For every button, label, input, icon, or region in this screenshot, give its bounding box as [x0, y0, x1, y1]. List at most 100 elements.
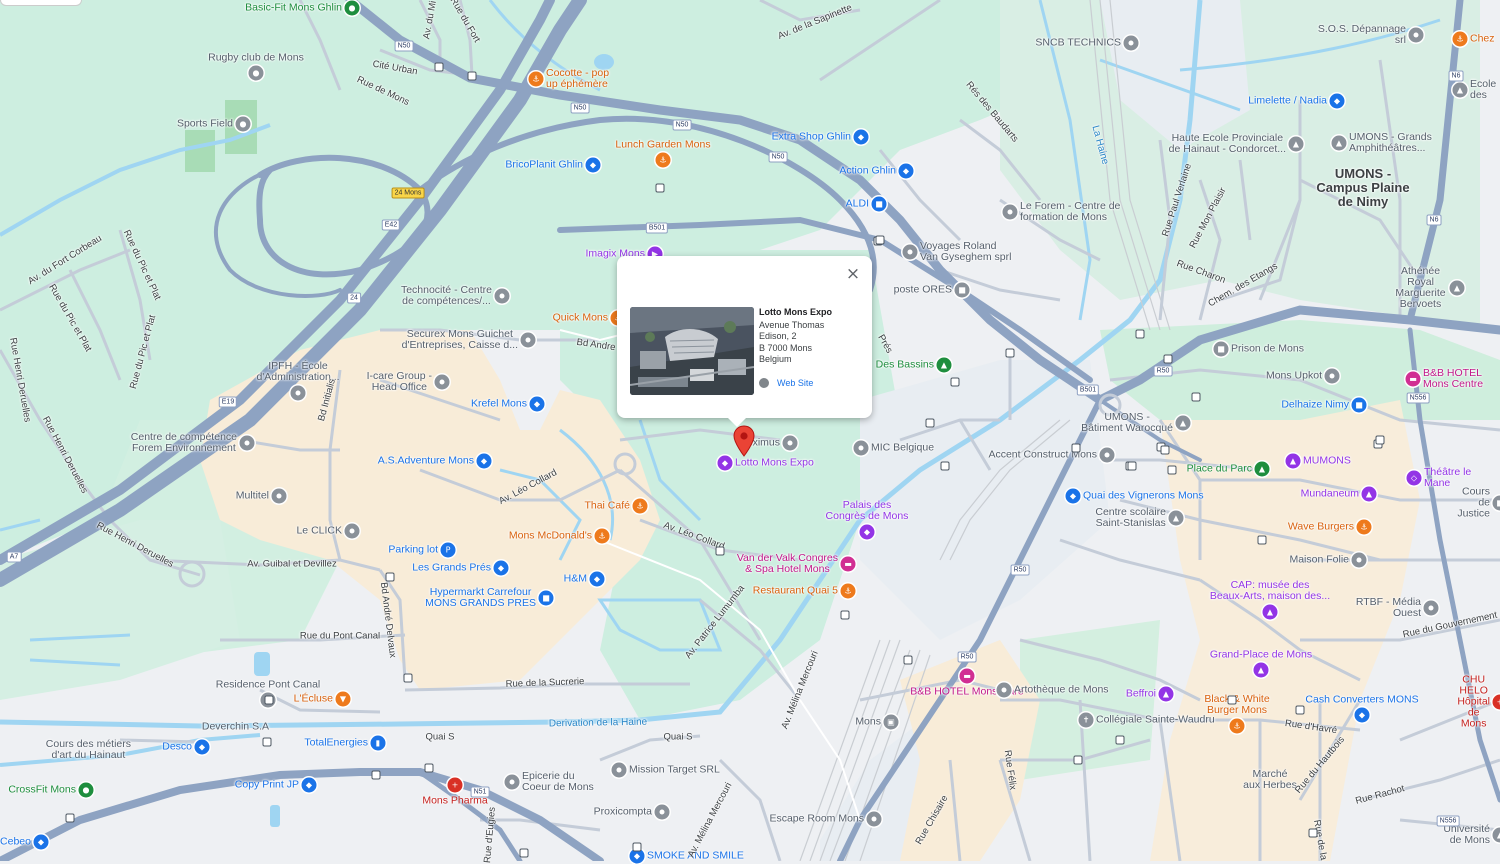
poi-label-limelette[interactable]: Limelette / Nadia: [1248, 96, 1327, 107]
place-info-window[interactable]: × Lotto Mons Expo Avenue Thomas Edison, …: [617, 256, 872, 418]
building-icon[interactable]: ■: [955, 283, 970, 298]
poi-label-rugby[interactable]: Rugby club de Mons: [208, 52, 304, 63]
poi-label-aldi[interactable]: ALDI: [846, 199, 869, 210]
bus-stop-icon[interactable]: [904, 656, 913, 665]
poi-label-sports-field[interactable]: Sports Field: [177, 119, 233, 130]
bus-stop-icon[interactable]: [263, 738, 272, 747]
bus-stop-icon[interactable]: [1006, 349, 1015, 358]
bus-stop-icon[interactable]: [1136, 330, 1145, 339]
poi-label-escape-room[interactable]: Escape Room Mons: [769, 814, 864, 825]
building-icon[interactable]: ■: [1493, 496, 1500, 511]
bus-stop-icon[interactable]: [425, 764, 434, 773]
place-icon[interactable]: [521, 333, 536, 348]
bus-stop-icon[interactable]: [716, 547, 725, 556]
pharmacy-icon[interactable]: +: [448, 778, 463, 793]
poi-label-bb-centre[interactable]: B&B HOTELMons Centre: [1423, 368, 1483, 390]
shopping-icon[interactable]: ◆: [1066, 489, 1081, 504]
poi-label-desco[interactable]: Desco: [162, 742, 192, 753]
restaurant-icon[interactable]: ⚓: [595, 529, 610, 544]
poi-label-collegiale[interactable]: Collégiale Sainte-Waudru: [1096, 715, 1215, 726]
close-icon[interactable]: ×: [844, 265, 862, 283]
gas-station-icon[interactable]: ▮: [371, 736, 386, 751]
poi-label-technocite[interactable]: Technocité - Centrede compétences/...: [401, 285, 492, 307]
school-icon[interactable]: ▲: [1493, 828, 1500, 843]
poi-label-mons-station[interactable]: Mons: [855, 717, 881, 728]
park-icon[interactable]: ▲: [937, 358, 952, 373]
landmark-icon[interactable]: ▲: [1254, 663, 1269, 678]
restaurant-icon[interactable]: ⚓: [1453, 32, 1468, 47]
shopping-icon[interactable]: ◆: [494, 561, 509, 576]
poi-label-wave-burgers[interactable]: Wave Burgers: [1288, 522, 1354, 533]
bus-stop-icon[interactable]: [1192, 393, 1201, 402]
place-icon[interactable]: [1325, 369, 1340, 384]
hospital-icon[interactable]: +: [1493, 695, 1500, 710]
place-icon[interactable]: [1003, 205, 1018, 220]
shopping-icon[interactable]: ◆: [1355, 708, 1370, 723]
bus-stop-icon[interactable]: [1161, 446, 1170, 455]
poi-label-cours-justice[interactable]: Cours de Justice: [1457, 487, 1490, 520]
place-icon[interactable]: [291, 386, 306, 401]
shopping-icon[interactable]: ◆: [854, 130, 869, 145]
shopping-icon[interactable]: ◆: [586, 158, 601, 173]
place-icon[interactable]: [655, 805, 670, 820]
poi-label-voyages-roland[interactable]: Voyages RolandVan Gyseghem sprl: [920, 241, 1011, 263]
poi-label-mumons[interactable]: MUMONS: [1303, 456, 1351, 467]
place-icon[interactable]: [495, 289, 510, 304]
restaurant-icon[interactable]: ⚓: [1230, 719, 1245, 734]
venue-icon[interactable]: ◆: [718, 456, 733, 471]
poi-label-lunch-garden[interactable]: Lunch Garden Mons: [615, 139, 710, 150]
poi-label-le-click[interactable]: Le CLICK: [296, 526, 342, 537]
school-icon[interactable]: ▲: [1289, 137, 1304, 152]
bus-stop-icon[interactable]: [404, 674, 413, 683]
poi-label-cocotte[interactable]: Cocotte - popup éphémère: [546, 68, 609, 90]
museum-icon[interactable]: ▲: [1362, 487, 1377, 502]
place-icon[interactable]: [783, 436, 798, 451]
poi-label-extra-shop[interactable]: Extra Shop Ghlin: [772, 132, 851, 143]
shopping-icon[interactable]: ◆: [899, 164, 914, 179]
shopping-icon[interactable]: ◆: [477, 454, 492, 469]
poi-label-cebeo[interactable]: Cebeo: [0, 837, 31, 848]
school-icon[interactable]: ▲: [1332, 136, 1347, 151]
school-icon[interactable]: ▲: [1450, 281, 1465, 296]
shopping-icon[interactable]: ◆: [530, 397, 545, 412]
bus-stop-icon[interactable]: [1309, 829, 1318, 838]
place-photo[interactable]: [630, 307, 754, 395]
bus-stop-icon[interactable]: [941, 462, 950, 471]
poi-label-palais-congres[interactable]: Palais desCongrès de Mons: [826, 500, 909, 522]
venue-icon[interactable]: ◆: [860, 525, 875, 540]
place-icon[interactable]: [435, 375, 450, 390]
bus-stop-icon[interactable]: [876, 236, 885, 245]
gym-icon[interactable]: ●: [345, 1, 360, 16]
bus-stop-icon[interactable]: [372, 771, 381, 780]
bus-stop-icon[interactable]: [633, 843, 642, 852]
place-icon[interactable]: [1409, 28, 1424, 43]
poi-label-le-forem[interactable]: Le Forem - Centre deformation de Mons: [1020, 201, 1120, 223]
hotel-icon[interactable]: ▬: [1406, 372, 1421, 387]
bus-stop-icon[interactable]: [1164, 355, 1173, 364]
bus-stop-icon[interactable]: [1376, 436, 1385, 445]
poi-label-mons-upkot[interactable]: Mons Upkot: [1266, 371, 1322, 382]
poi-label-umons-batiment[interactable]: UMONS -Bâtiment Warocqué: [1081, 412, 1173, 434]
poi-label-mission-target[interactable]: Mission Target SRL: [629, 765, 720, 776]
shopping-icon[interactable]: ◆: [1330, 94, 1345, 109]
poi-label-chu[interactable]: CHU HELOHôpital de Mons: [1457, 675, 1490, 730]
place-icon[interactable]: [854, 441, 869, 456]
poi-label-mcdonalds[interactable]: Mons McDonald's: [509, 531, 592, 542]
place-icon[interactable]: [867, 812, 882, 827]
hotel-icon[interactable]: ▬: [841, 557, 856, 572]
park-icon[interactable]: ▲: [1255, 462, 1270, 477]
place-icon[interactable]: [505, 775, 520, 790]
bus-stop-icon[interactable]: [468, 72, 477, 81]
poi-label-place-du-parc[interactable]: Place du Parc: [1187, 464, 1252, 475]
bus-stop-icon[interactable]: [1116, 736, 1125, 745]
bus-stop-icon[interactable]: [520, 849, 529, 858]
poi-label-marche-herbes[interactable]: Marchéaux Herbes: [1243, 769, 1297, 791]
poi-label-krefel[interactable]: Krefel Mons: [471, 399, 527, 410]
sports-icon[interactable]: ●: [236, 117, 251, 132]
poi-label-action-ghlin[interactable]: Action Ghlin: [839, 166, 896, 177]
bus-stop-icon[interactable]: [66, 814, 75, 823]
poi-label-residence[interactable]: Residence Pont Canal: [216, 679, 320, 690]
poi-label-epicerie[interactable]: Epicerie duCoeur de Mons: [522, 771, 594, 793]
bus-stop-icon[interactable]: [1168, 466, 1177, 475]
bus-stop-icon[interactable]: [386, 573, 395, 582]
